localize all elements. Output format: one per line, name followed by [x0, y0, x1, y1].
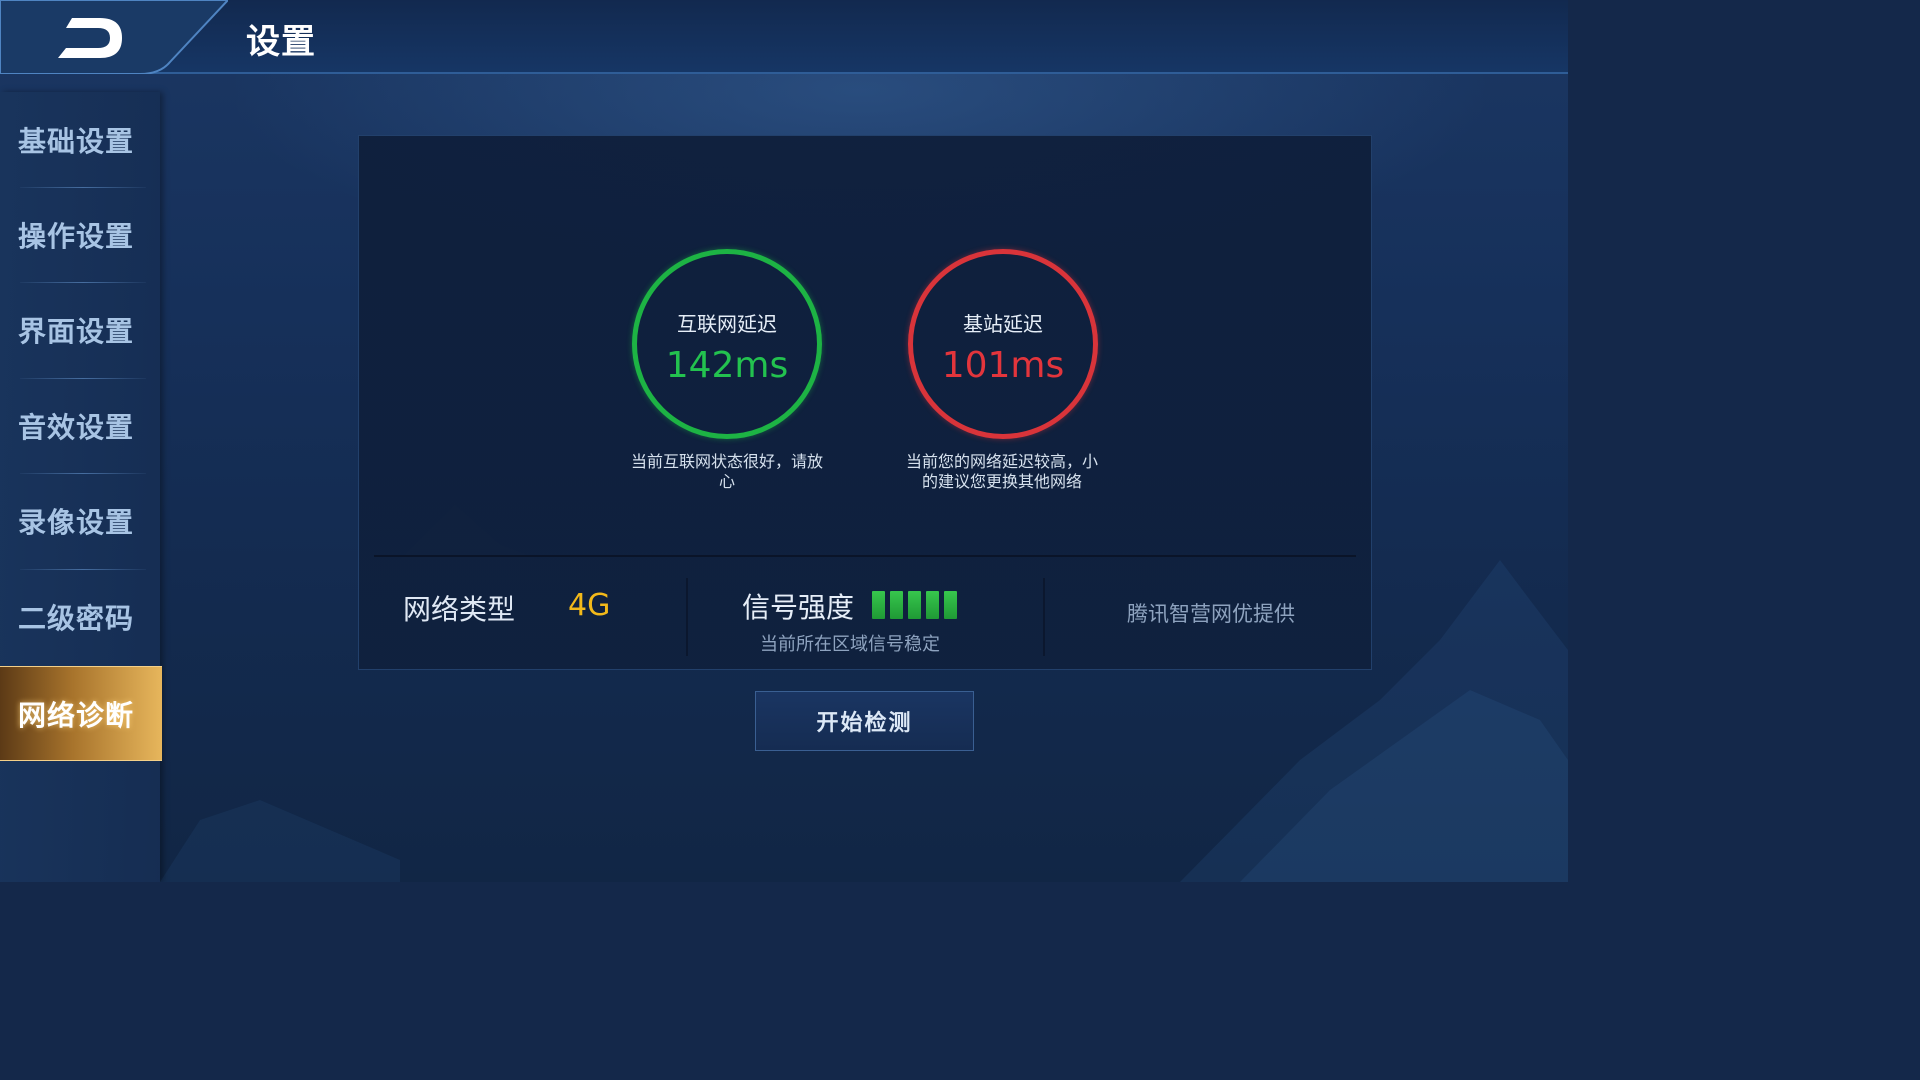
- base-station-latency-gauge: 基站延迟 101ms: [908, 249, 1098, 439]
- info-separator: [1043, 578, 1045, 656]
- network-type-label: 网络类型: [403, 593, 516, 626]
- internet-latency-value: 142ms: [665, 345, 789, 386]
- signal-bar: [944, 591, 957, 619]
- sidebar-item-recording[interactable]: 录像设置: [0, 473, 160, 568]
- signal-bar: [908, 591, 921, 619]
- internet-latency-label: 互联网延迟: [677, 312, 777, 336]
- base-station-latency-description: 当前您的网络延迟较高，小的建议您更换其他网络: [905, 452, 1098, 491]
- back-button[interactable]: [0, 0, 230, 75]
- sidebar-item-label: 网络诊断: [18, 698, 135, 732]
- sidebar-item-interface[interactable]: 界面设置: [0, 282, 160, 377]
- provider-credit: 腾讯智营网优提供: [1127, 602, 1295, 626]
- info-divider: [374, 555, 1356, 557]
- sidebar-item-basic[interactable]: 基础设置: [0, 92, 160, 187]
- base-station-latency-value: 101ms: [941, 345, 1065, 386]
- sidebar-item-network-diagnosis[interactable]: 网络诊断: [0, 666, 162, 761]
- network-type-value: 4G: [568, 588, 611, 623]
- base-station-latency-label: 基站延迟: [963, 312, 1043, 336]
- signal-strength-icon: [872, 591, 957, 619]
- signal-bar: [872, 591, 885, 619]
- top-bar: 设置: [0, 0, 1568, 75]
- sidebar-item-label: 界面设置: [18, 314, 135, 348]
- internet-latency-description: 当前互联网状态很好，请放心: [630, 452, 823, 491]
- signal-bar: [890, 591, 903, 619]
- sidebar-item-secondary-password[interactable]: 二级密码: [0, 569, 160, 664]
- signal-strength-label: 信号强度: [742, 591, 855, 624]
- info-separator: [686, 578, 688, 656]
- settings-sidebar: 基础设置 操作设置 界面设置 音效设置 录像设置 二级密码 网络诊断: [0, 92, 162, 882]
- sidebar-item-audio[interactable]: 音效设置: [0, 378, 160, 473]
- sidebar-item-label: 基础设置: [18, 124, 135, 158]
- signal-status-text: 当前所在区域信号稳定: [760, 634, 940, 655]
- page-title: 设置: [246, 22, 316, 62]
- sidebar-item-label: 操作设置: [18, 219, 135, 253]
- sidebar-item-label: 音效设置: [18, 410, 135, 444]
- back-arrow-icon: [0, 0, 230, 75]
- sidebar-item-label: 二级密码: [18, 601, 135, 635]
- start-detection-label: 开始检测: [816, 711, 913, 736]
- settings-screen: 设置 基础设置 操作设置 界面设置 音效设置 录像设置 二级密码 网络诊断 互联…: [0, 0, 1568, 882]
- sidebar-item-label: 录像设置: [18, 505, 135, 539]
- start-detection-button[interactable]: 开始检测: [755, 691, 974, 751]
- sidebar-item-controls[interactable]: 操作设置: [0, 187, 160, 282]
- internet-latency-gauge: 互联网延迟 142ms: [632, 249, 822, 439]
- signal-bar: [926, 591, 939, 619]
